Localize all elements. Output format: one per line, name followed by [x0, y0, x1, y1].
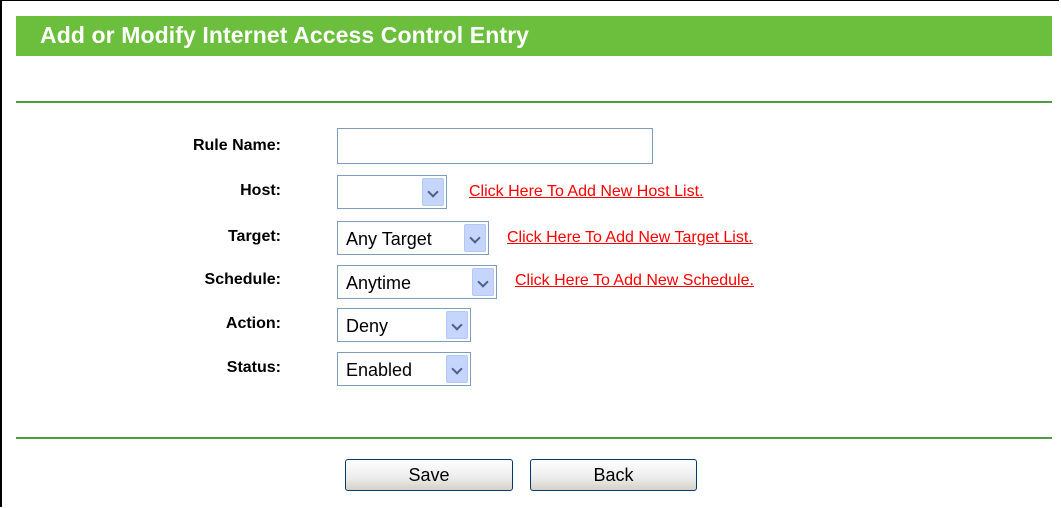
add-host-list-link[interactable]: Click Here To Add New Host List. — [469, 183, 703, 201]
action-select-value: Deny — [346, 316, 389, 336]
add-target-list-link[interactable]: Click Here To Add New Target List. — [507, 229, 753, 247]
host-select[interactable] — [337, 175, 447, 209]
save-button[interactable]: Save — [345, 459, 513, 491]
target-select[interactable]: Any Target — [337, 221, 489, 255]
target-select-value: Any Target — [346, 229, 432, 249]
host-label: Host: — [240, 182, 281, 199]
target-label: Target: — [227, 228, 281, 245]
chevron-down-icon[interactable] — [446, 355, 468, 383]
chevron-down-icon[interactable] — [422, 178, 444, 206]
status-select[interactable]: Enabled — [337, 352, 471, 386]
chevron-down-icon[interactable] — [446, 311, 468, 339]
page-frame — [0, 0, 1059, 507]
action-label: Action: — [225, 315, 281, 332]
status-select-value: Enabled — [346, 360, 413, 380]
chevron-down-icon[interactable] — [464, 224, 486, 252]
rule-name-label: Rule Name: — [192, 137, 281, 154]
chevron-down-icon[interactable] — [472, 268, 494, 296]
schedule-label: Schedule: — [204, 271, 281, 288]
back-button[interactable]: Back — [530, 459, 697, 491]
add-schedule-link[interactable]: Click Here To Add New Schedule. — [515, 272, 754, 290]
rule-name-input[interactable] — [337, 128, 653, 164]
title-bar: Add or Modify Internet Access Control En… — [16, 16, 1052, 56]
schedule-select[interactable]: Anytime — [337, 265, 497, 299]
action-select[interactable]: Deny — [337, 308, 471, 342]
bottom-divider — [16, 437, 1052, 439]
schedule-select-value: Anytime — [346, 273, 412, 293]
page-title: Add or Modify Internet Access Control En… — [40, 22, 530, 48]
status-label: Status: — [226, 359, 281, 376]
top-divider — [16, 101, 1052, 103]
